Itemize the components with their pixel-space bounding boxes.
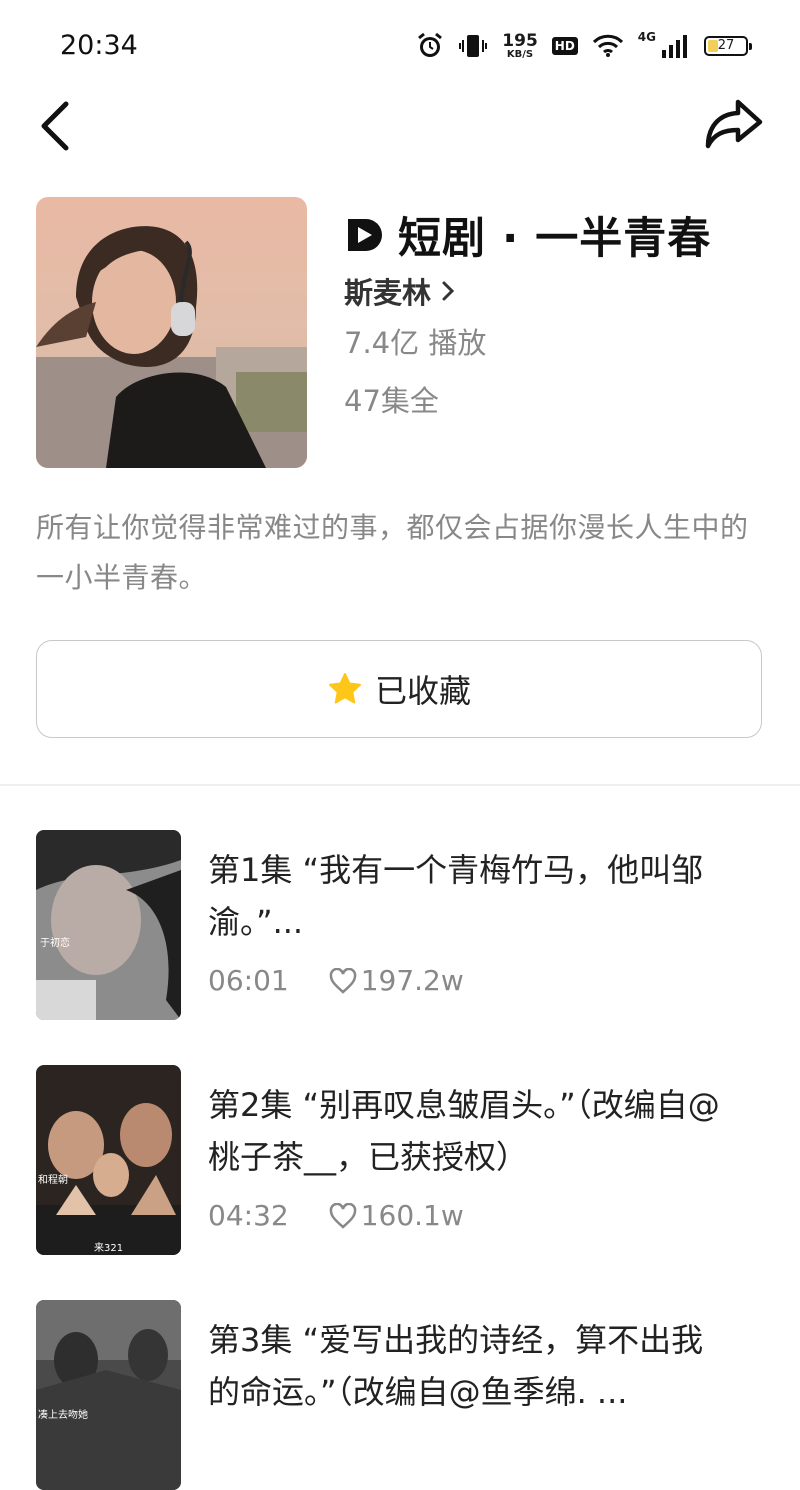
signal-icon: [660, 34, 690, 58]
network-label: 4G: [637, 30, 656, 44]
heart-icon: [329, 1202, 356, 1229]
back-button[interactable]: [36, 98, 80, 154]
play-logo-icon: [348, 219, 382, 251]
episode-title: 第3集 “爱写出我的诗经，算不出我的命运。”（改编自@鱼季绵. ...: [208, 1321, 704, 1411]
episode-total: 47集全: [344, 384, 439, 418]
cover-artwork: [36, 197, 307, 468]
status-bar: 20:34 195 KB/S HD 4G 27: [0, 0, 800, 90]
episode-item-1[interactable]: 于初恋 第1集 “我有一个青梅竹马，他叫邹渝。”... 06:01 197.2w: [36, 830, 764, 1020]
net-speed-value: 195: [502, 30, 538, 51]
net-speed: 195 KB/S: [502, 30, 538, 60]
chevron-left-icon: [41, 101, 69, 151]
play-count: 7.4亿 播放: [344, 326, 487, 360]
hd-badge: HD: [551, 37, 578, 55]
thumb-caption: 凑上去吻她: [38, 1408, 88, 1421]
battery-level: 27: [717, 38, 735, 53]
share-arrow-icon: [705, 99, 763, 149]
episode-item-2[interactable]: 和程朝 来321 第2集 “别再叹息皱眉头。”（改编自@桃子茶__，已获授权） …: [36, 1065, 764, 1255]
favorite-button[interactable]: 已收藏: [36, 640, 762, 738]
episode-title: 第2集 “别再叹息皱眉头。”（改编自@桃子茶__，已获授权）: [208, 1086, 720, 1176]
vibrate-icon: [458, 33, 488, 59]
star-icon: [328, 673, 361, 704]
share-button[interactable]: [702, 96, 764, 154]
drama-title: 短剧 · 一半青春: [398, 214, 712, 264]
episode-likes: 160.1w: [360, 1199, 464, 1232]
section-divider: [0, 784, 800, 786]
author-link[interactable]: 斯麦林: [344, 270, 455, 312]
episode-item-3[interactable]: 凑上去吻她 第3集 “爱写出我的诗经，算不出我的命运。”（改编自@鱼季绵. ..…: [36, 1300, 764, 1490]
episode-duration: 04:32: [208, 1199, 289, 1232]
author-name: 斯麦林: [344, 276, 432, 310]
thumb-caption: 于初恋: [40, 936, 70, 949]
episode-thumbnail: 于初恋: [36, 830, 181, 1020]
episode-likes: 197.2w: [360, 964, 464, 997]
status-icons: 195 KB/S HD 4G 27: [416, 30, 752, 60]
status-time: 20:34: [60, 30, 138, 61]
heart-icon: [329, 967, 356, 994]
wifi-icon: [592, 34, 624, 58]
battery-icon: 27: [704, 36, 752, 56]
episode-meta: 04:32 160.1w: [208, 1199, 464, 1232]
episode-thumbnail: 凑上去吻她: [36, 1300, 181, 1490]
drama-cover-image[interactable]: [36, 197, 307, 468]
episode-title: 第1集 “我有一个青梅竹马，他叫邹渝。”...: [208, 851, 704, 941]
episode-thumbnail: 和程朝 来321: [36, 1065, 181, 1255]
alarm-icon: [416, 32, 444, 60]
drama-description: 所有让你觉得非常难过的事，都仅会占据你漫长人生中的一小半青春。: [36, 511, 749, 594]
chevron-right-icon: [442, 281, 455, 301]
thumb-caption: 和程朝: [38, 1174, 68, 1186]
favorite-label: 已收藏: [374, 672, 471, 710]
episode-duration: 06:01: [208, 964, 289, 997]
net-speed-unit: KB/S: [506, 48, 534, 60]
drama-title-row: 短剧 · 一半青春: [344, 204, 711, 266]
thumb-caption-2: 来321: [94, 1242, 123, 1254]
episode-meta: 06:01 197.2w: [208, 964, 464, 997]
